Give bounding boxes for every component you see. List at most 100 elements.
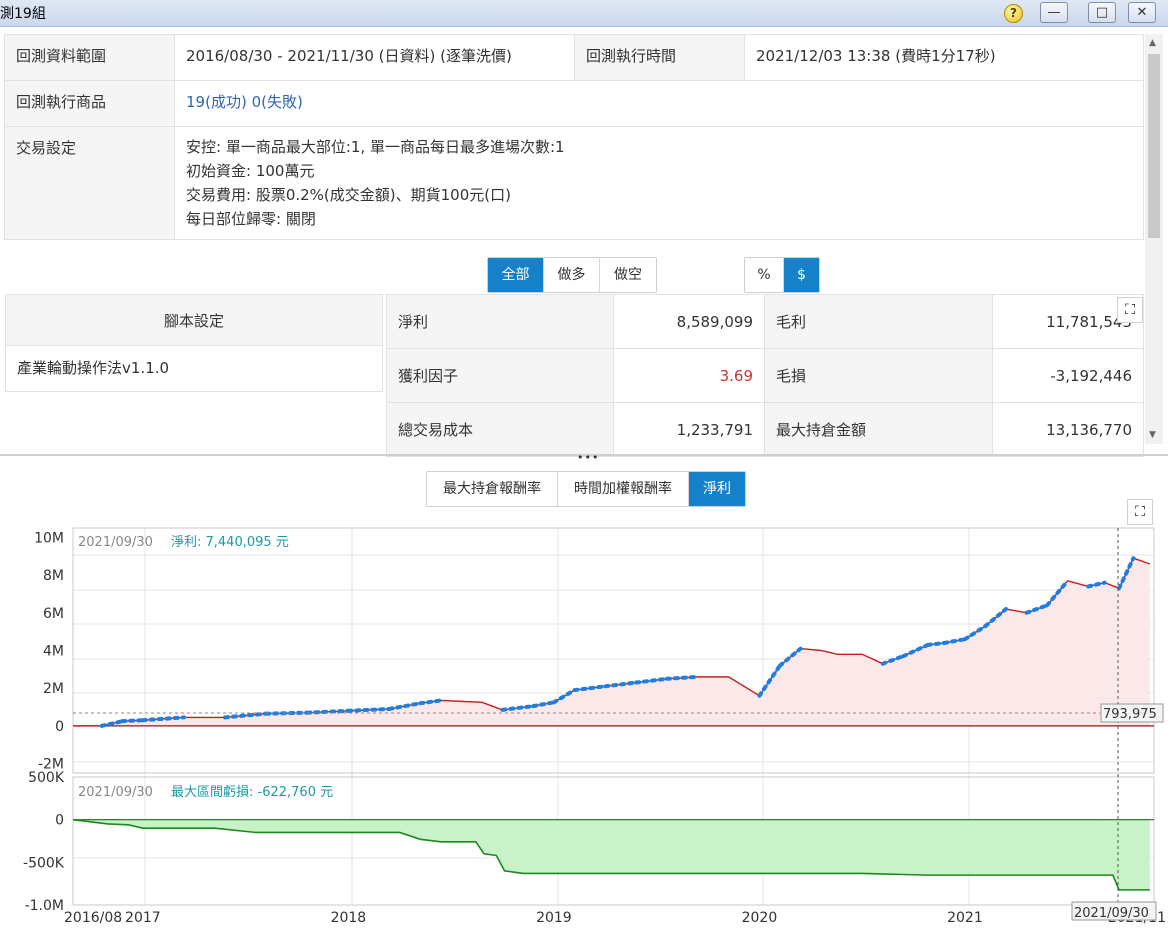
dd-legend-value: 最大區間虧損: -622,760 元 — [171, 784, 333, 800]
trade-marker — [140, 715, 186, 723]
crosshair-value-box — [1100, 703, 1164, 723]
trade-setting-line: 每日部位歸零: 關閉 — [186, 210, 316, 228]
trade-marker — [500, 704, 536, 712]
net-profit-area — [73, 558, 1150, 726]
minimize-button[interactable]: — — [1040, 2, 1068, 23]
np-legend-date: 2021/09/30 — [78, 535, 153, 550]
trade-marker — [1024, 603, 1050, 615]
trade-marker — [387, 701, 423, 711]
trade-setting-line: 安控: 單一商品最大部位:1, 單一商品每日最多進場次數:1 — [186, 138, 565, 156]
trade-settings-label: 交易設定 — [4, 126, 175, 240]
expand-stats-icon[interactable]: ⛶ — [1117, 297, 1143, 323]
stat-label: 淨利 — [386, 294, 614, 349]
x-tick-label: 2020 — [742, 910, 778, 926]
tab-long[interactable]: 做多 — [544, 258, 600, 292]
range-value: 2016/08/30 - 2021/11/30 (日資料) (逐筆洗價) — [174, 34, 575, 81]
trade-marker — [572, 684, 608, 693]
expand-chart-icon[interactable]: ⛶ — [1127, 499, 1153, 525]
tab-net-profit[interactable]: 淨利 — [689, 472, 745, 506]
trade-marker — [880, 654, 906, 666]
trade-marker — [962, 624, 988, 642]
trade-marker — [1045, 578, 1070, 608]
products-fail-link[interactable]: 0(失敗) — [252, 93, 303, 111]
trade-marker — [901, 642, 930, 659]
trade-marker — [1117, 556, 1136, 591]
y-tick-label: -2M — [38, 757, 64, 773]
script-settings-header: 腳本設定 — [5, 294, 383, 346]
trade-marker — [346, 706, 392, 713]
tab-dollar[interactable]: $ — [784, 258, 819, 292]
trade-marker — [757, 663, 782, 698]
tab-all[interactable]: 全部 — [488, 258, 544, 292]
tab-percent[interactable]: % — [745, 258, 784, 292]
trade-marker — [305, 708, 351, 715]
maximize-button[interactable]: □ — [1088, 2, 1116, 23]
stat-label: 毛損 — [764, 348, 993, 403]
trade-marker — [664, 674, 700, 681]
trade-setting-line: 初始資金: 100萬元 — [186, 162, 315, 180]
net-profit-plot-frame — [72, 527, 1155, 774]
upper-scrollbar[interactable]: ▲ ▼ — [1145, 34, 1163, 444]
crosshair-value: 793,975 — [1103, 707, 1157, 722]
help-icon[interactable]: ? — [1004, 4, 1023, 23]
trade-marker — [99, 719, 125, 728]
panel-splitter[interactable]: ••• — [0, 451, 1168, 464]
stat-label: 總交易成本 — [386, 402, 614, 457]
net-profit-series — [73, 556, 1154, 728]
x-tick-label: 2016/08 — [64, 910, 122, 926]
y-tick-label: 2M — [43, 681, 64, 697]
exec-time-label: 回測執行時間 — [574, 34, 745, 81]
backtest-info-table: 回測資料範圍 2016/08/30 - 2021/11/30 (日資料) (逐筆… — [4, 34, 1144, 240]
y-tick-label: 4M — [43, 644, 64, 660]
x-tick-label: 2017 — [125, 910, 161, 926]
exec-time-value: 2021/12/03 13:38 (費時1分17秒) — [744, 34, 1144, 81]
x-tick-label: 2019 — [536, 910, 572, 926]
y-tick-label: 0 — [55, 813, 64, 829]
y-tick-label: -500K — [23, 855, 65, 871]
close-button[interactable]: ✕ — [1128, 2, 1156, 23]
dd-legend-date: 2021/09/30 — [78, 785, 153, 800]
direction-toggle: 全部 做多 做空 — [487, 257, 657, 293]
y-tick-label: 0 — [55, 719, 64, 735]
tab-time-weighted-return[interactable]: 時間加權報酬率 — [558, 472, 689, 506]
axis-labels: 10M8M6M4M2M0-2M500K0-500K-1.0M2016/08 201… — [23, 530, 1166, 926]
unit-toggle: % $ — [744, 257, 820, 293]
trade-marker — [777, 646, 803, 668]
drawdown-line — [72, 818, 1150, 891]
stat-label: 毛利 — [764, 294, 993, 349]
tab-max-position-return[interactable]: 最大持倉報酬率 — [427, 472, 558, 506]
scroll-up-arrow-icon[interactable]: ▲ — [1149, 38, 1156, 48]
products-success-link[interactable]: 19(成功) — [186, 93, 247, 111]
splitter-handle[interactable]: ••• — [577, 451, 599, 464]
products-label: 回測執行商品 — [4, 80, 175, 127]
stat-label: 獲利因子 — [386, 348, 614, 403]
stat-value: 13,136,770 — [992, 402, 1144, 457]
np-legend-value: 淨利: 7,440,095 元 — [171, 535, 289, 550]
script-name[interactable]: 產業輪動操作法v1.1.0 — [5, 346, 383, 392]
drawdown-series — [72, 818, 1154, 891]
trade-marker — [264, 710, 310, 716]
y-tick-label: 8M — [43, 568, 64, 584]
stats-table: 淨利 8,589,099 毛利 11,781,545 獲利因子 3.69 毛損 … — [386, 294, 1144, 457]
window-titlebar: 測19組 ? — □ ✕ — [0, 0, 1168, 27]
x-tick-label: 2018 — [331, 910, 367, 926]
chart-mode-toggle: 最大持倉報酬率 時間加權報酬率 淨利 — [426, 471, 746, 507]
net-profit-line — [73, 557, 1151, 727]
drawdown-area — [73, 819, 1150, 890]
trade-marker — [634, 676, 669, 685]
y-tick-label: 500K — [28, 770, 65, 786]
stat-value: 3.69 — [613, 348, 765, 403]
scroll-down-arrow-icon[interactable]: ▼ — [1149, 430, 1156, 440]
trade-setting-line: 交易費用: 股票0.2%(成交金額)、期貨100元(口) — [186, 186, 511, 204]
x-tick-label: 2021 — [947, 910, 983, 926]
y-tick-label: 6M — [43, 606, 64, 622]
y-tick-label: 10M — [34, 530, 64, 546]
drawdown-plot-frame — [72, 776, 1155, 906]
x-tick-label: 2021/11 — [1108, 910, 1166, 926]
trade-settings-value: 安控: 單一商品最大部位:1, 單一商品每日最多進場次數:1 初始資金: 100… — [174, 126, 1144, 240]
stat-value: 8,589,099 — [613, 294, 765, 349]
script-settings-panel: 腳本設定 產業輪動操作法v1.1.0 — [5, 294, 383, 392]
tab-short[interactable]: 做空 — [600, 258, 656, 292]
scroll-thumb[interactable] — [1148, 54, 1160, 238]
y-tick-label: -1.0M — [25, 898, 64, 914]
